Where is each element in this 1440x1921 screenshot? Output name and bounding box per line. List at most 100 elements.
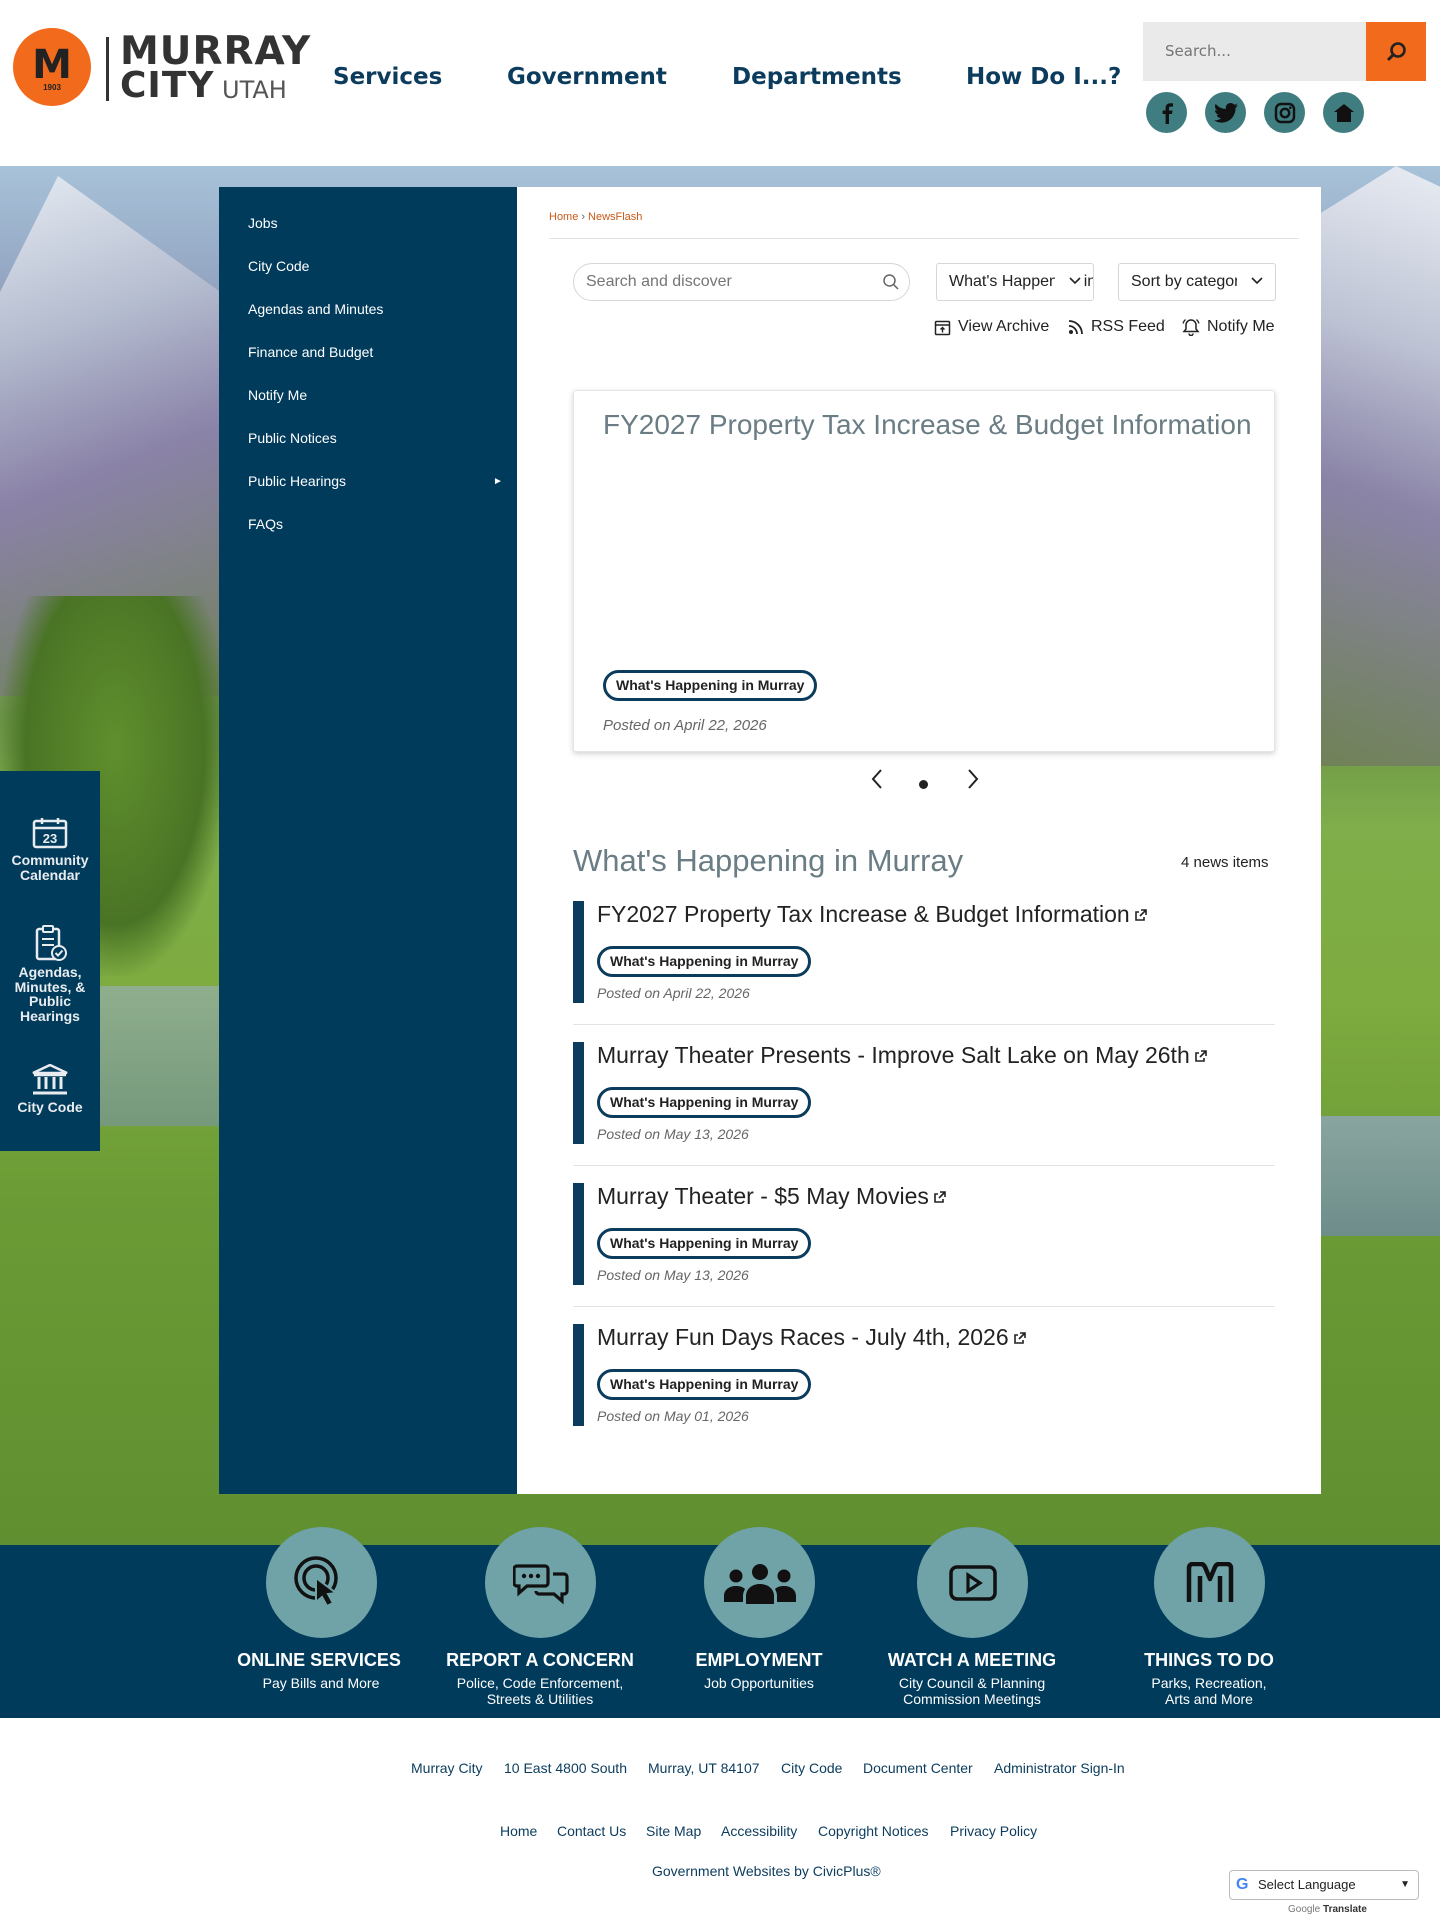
news-title[interactable]: FY2027 Property Tax Increase & Budget In… xyxy=(597,901,1130,927)
footer-link-copyright[interactable]: Copyright Notices xyxy=(818,1823,929,1839)
sort-dropdown[interactable]: Sort by category xyxy=(1118,263,1276,301)
home-icon[interactable] xyxy=(1323,92,1364,133)
external-link-icon xyxy=(1013,1332,1026,1345)
footer-link-site-map[interactable]: Site Map xyxy=(646,1823,701,1839)
strip-title[interactable]: ONLINE SERVICES xyxy=(209,1650,429,1671)
breadcrumb-home[interactable]: Home xyxy=(549,211,578,223)
sidebar-item-public-notices[interactable]: Public Notices xyxy=(248,430,337,446)
footer-link-accessibility[interactable]: Accessibility xyxy=(721,1823,797,1839)
sidebar-item-notify-me[interactable]: Notify Me xyxy=(248,387,307,403)
category-tag[interactable]: What's Happening in Murray xyxy=(597,1369,812,1400)
notify-me-link[interactable]: Notify Me xyxy=(1182,318,1275,336)
category-tag[interactable]: What's Happening in Murray xyxy=(603,670,818,701)
city-logo[interactable]: M 1903 xyxy=(13,28,91,106)
government-building-icon xyxy=(32,1064,68,1095)
quicklink-community-calendar[interactable]: 23 Community Calendar xyxy=(0,817,100,882)
external-link-icon xyxy=(934,1191,946,1204)
touch-icon xyxy=(293,1555,339,1607)
carousel-dot[interactable] xyxy=(919,780,928,789)
report-concern-button[interactable] xyxy=(485,1527,596,1638)
sidebar-item-agendas[interactable]: Agendas and Minutes xyxy=(248,301,383,317)
news-divider xyxy=(573,1165,1275,1166)
instagram-icon[interactable] xyxy=(1264,92,1305,133)
things-to-do-button[interactable] xyxy=(1154,1527,1265,1638)
news-accent-bar xyxy=(573,1324,584,1426)
posted-date: Posted on April 22, 2026 xyxy=(603,717,767,734)
facebook-icon[interactable] xyxy=(1146,92,1187,133)
twitter-icon[interactable] xyxy=(1205,92,1246,133)
translate-label: Translate xyxy=(1323,1904,1367,1915)
rss-feed-link[interactable]: RSS Feed xyxy=(1068,318,1165,336)
featured-news-card[interactable]: FY2027 Property Tax Increase & Budget In… xyxy=(573,390,1275,752)
site-footer: Murray City 10 East 4800 South Murray, U… xyxy=(0,1718,1440,1921)
search-icon[interactable] xyxy=(882,273,900,291)
search-icon xyxy=(1386,41,1406,61)
nav-government[interactable]: Government xyxy=(507,64,667,90)
chevron-right-icon[interactable] xyxy=(966,768,980,790)
category-tag[interactable]: What's Happening in Murray xyxy=(597,1228,812,1259)
quicklink-label: Community Calendar xyxy=(11,852,89,883)
sidebar-item-faqs[interactable]: FAQs xyxy=(248,516,283,532)
online-services-button[interactable] xyxy=(266,1527,377,1638)
watch-meeting-button[interactable] xyxy=(917,1527,1028,1638)
google-g-icon: G xyxy=(1236,1876,1249,1893)
expand-arrow-icon[interactable]: ► xyxy=(493,476,503,487)
chevron-down-icon: ▼ xyxy=(1400,1879,1410,1890)
footer-link-document-center[interactable]: Document Center xyxy=(863,1760,973,1776)
people-icon xyxy=(723,1563,796,1604)
strip-subtitle: Arts and More xyxy=(1165,1691,1253,1707)
strip-title[interactable]: THINGS TO DO xyxy=(1099,1650,1319,1671)
featured-title[interactable]: FY2027 Property Tax Increase & Budget In… xyxy=(603,409,1252,441)
view-archive-link[interactable]: View Archive xyxy=(934,318,1049,336)
nav-how-do-i[interactable]: How Do I...? xyxy=(966,64,1121,90)
rss-icon xyxy=(1068,320,1083,335)
strip-subtitle: City Council & Planning xyxy=(898,1675,1046,1691)
strip-subtitle: Parks, Recreation, xyxy=(1151,1675,1267,1691)
news-title-link[interactable]: Murray Fun Days Races - July 4th, 2026 xyxy=(597,1324,1026,1351)
news-title-link[interactable]: FY2027 Property Tax Increase & Budget In… xyxy=(597,901,1147,928)
discover-search-input[interactable] xyxy=(573,263,910,301)
site-search-input[interactable] xyxy=(1143,22,1366,81)
site-search-button[interactable] xyxy=(1366,22,1426,81)
sidebar-item-finance[interactable]: Finance and Budget xyxy=(248,344,373,360)
breadcrumb-current[interactable]: NewsFlash xyxy=(588,211,642,223)
main-content: Home›NewsFlash What's Happening in Murra… xyxy=(517,187,1321,1494)
view-archive-label: View Archive xyxy=(958,318,1050,335)
language-select-label: Select Language xyxy=(1258,1877,1356,1892)
nav-departments[interactable]: Departments xyxy=(732,64,902,90)
news-title[interactable]: Murray Theater - $5 May Movies xyxy=(597,1183,929,1209)
footer-link-admin-sign-in[interactable]: Administrator Sign-In xyxy=(994,1760,1125,1776)
footer-link-city-code[interactable]: City Code xyxy=(781,1760,842,1776)
footer-link-privacy[interactable]: Privacy Policy xyxy=(950,1823,1037,1839)
chevron-down-icon xyxy=(1069,277,1081,285)
footer-link-contact-us[interactable]: Contact Us xyxy=(557,1823,626,1839)
strip-title[interactable]: REPORT A CONCERN xyxy=(430,1650,650,1671)
employment-button[interactable] xyxy=(704,1527,815,1638)
chevron-down-icon xyxy=(1251,277,1263,285)
news-title-link[interactable]: Murray Theater Presents - Improve Salt L… xyxy=(597,1042,1207,1069)
language-select[interactable]: G Select Language ▼ xyxy=(1229,1870,1419,1900)
strip-subtitle: Streets & Utilities xyxy=(486,1691,594,1707)
external-link-icon xyxy=(1194,1050,1207,1063)
strip-subtitle: Commission Meetings xyxy=(903,1691,1041,1707)
svg-text:23: 23 xyxy=(43,831,57,846)
category-tag[interactable]: What's Happening in Murray xyxy=(597,946,812,977)
footer-link-home[interactable]: Home xyxy=(500,1823,537,1839)
footer-credit-link[interactable]: Government Websites by CivicPlus® xyxy=(652,1863,881,1879)
news-title-link[interactable]: Murray Theater - $5 May Movies xyxy=(597,1183,946,1210)
rss-feed-label: RSS Feed xyxy=(1091,318,1165,335)
sidebar-item-public-hearings[interactable]: Public Hearings xyxy=(248,473,346,489)
quicklink-city-code[interactable]: City Code xyxy=(0,1064,100,1115)
strip-title[interactable]: EMPLOYMENT xyxy=(649,1650,869,1671)
category-tag[interactable]: What's Happening in Murray xyxy=(597,1087,812,1118)
nav-services[interactable]: Services xyxy=(333,64,442,90)
chevron-left-icon[interactable] xyxy=(870,768,884,790)
news-title[interactable]: Murray Theater Presents - Improve Salt L… xyxy=(597,1042,1190,1068)
news-divider xyxy=(573,1306,1275,1307)
category-dropdown[interactable]: What's Happening in Murray xyxy=(936,263,1094,301)
news-title[interactable]: Murray Fun Days Races - July 4th, 2026 xyxy=(597,1324,1009,1350)
strip-title[interactable]: WATCH A MEETING xyxy=(862,1650,1082,1671)
sidebar-item-jobs[interactable]: Jobs xyxy=(248,215,278,231)
quicklink-agendas[interactable]: Agendas, Minutes, & Public Hearings xyxy=(0,925,100,1024)
sidebar-item-city-code[interactable]: City Code xyxy=(248,258,309,274)
